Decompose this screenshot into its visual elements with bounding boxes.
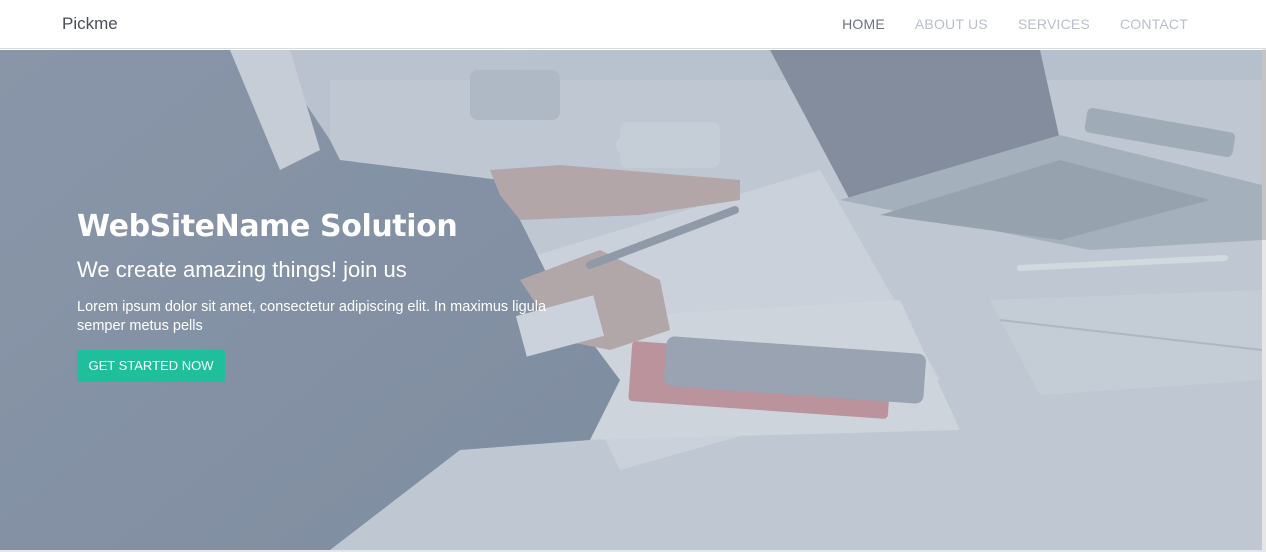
scrollbar-thumb[interactable] bbox=[1262, 50, 1266, 240]
nav-link-services[interactable]: SERVICES bbox=[1018, 16, 1090, 32]
hero-description: Lorem ipsum dolor sit amet, consectetur … bbox=[77, 299, 547, 334]
hero-title: WebSiteName Solution bbox=[77, 209, 458, 244]
nav-link-contact[interactable]: CONTACT bbox=[1120, 16, 1188, 32]
nav-link-home[interactable]: HOME bbox=[842, 16, 885, 32]
hero-content: WebSiteName Solution We create amazing t… bbox=[77, 208, 597, 382]
hero-subtitle: We create amazing things! join us bbox=[77, 257, 407, 282]
hero-section: WebSiteName Solution We create amazing t… bbox=[0, 50, 1262, 550]
nav-menu: HOME ABOUT US SERVICES CONTACT bbox=[842, 16, 1188, 32]
get-started-button[interactable]: GET STARTED NOW bbox=[77, 350, 225, 382]
nav-link-about-us[interactable]: ABOUT US bbox=[915, 16, 988, 32]
page-scrollbar[interactable] bbox=[1262, 0, 1266, 552]
navbar: Pickme HOME ABOUT US SERVICES CONTACT bbox=[0, 0, 1266, 49]
brand-logo[interactable]: Pickme bbox=[62, 14, 118, 34]
